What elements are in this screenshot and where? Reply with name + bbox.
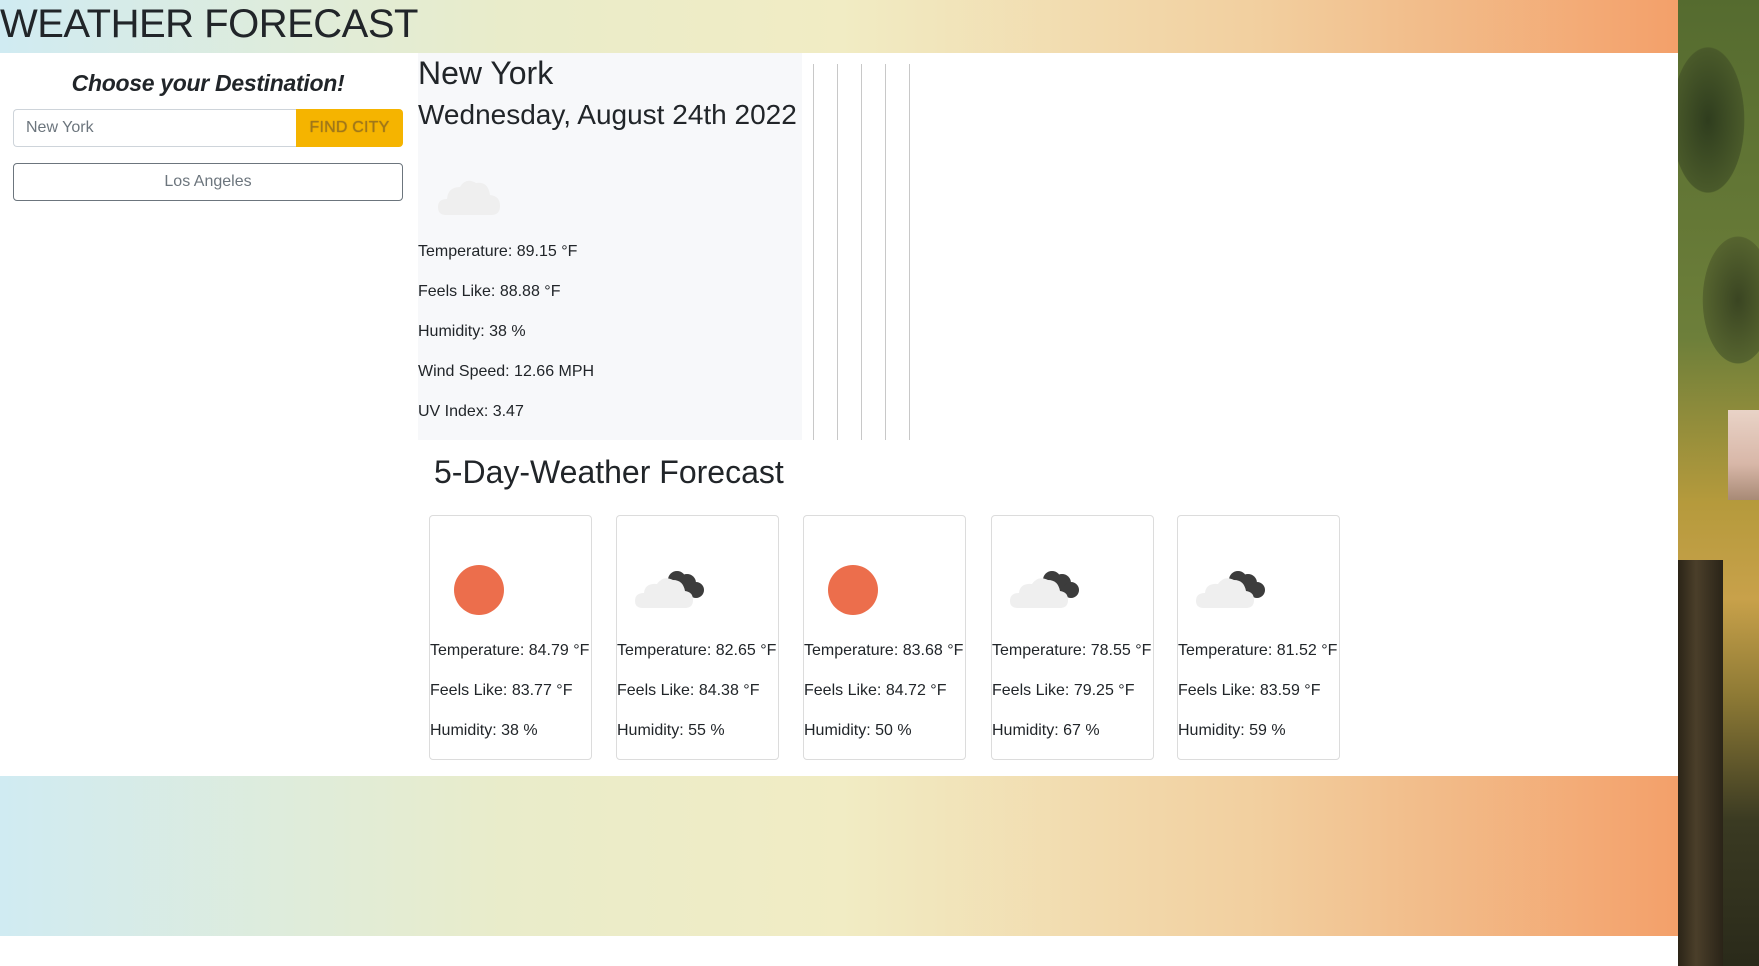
forecast-card: Temperature: 81.52 °F Feels Like: 83.59 … xyxy=(1177,515,1340,760)
divider-line xyxy=(885,64,886,440)
divider-line xyxy=(861,64,862,440)
search-row: FIND CITY xyxy=(13,109,403,147)
footer xyxy=(0,776,1678,936)
page-title: WEATHER FORECAST xyxy=(0,2,418,46)
background-photo xyxy=(1678,0,1759,966)
current-temperature: Temperature: 89.15 °F xyxy=(418,243,578,260)
forecast-humidity: Humidity: 55 % xyxy=(617,722,725,739)
forecast-humidity: Humidity: 50 % xyxy=(804,722,912,739)
divider-line xyxy=(909,64,910,440)
header: WEATHER FORECAST xyxy=(0,0,1678,53)
cloudy-icon xyxy=(635,558,715,618)
forecast-feels-like: Feels Like: 83.77 °F xyxy=(430,682,573,699)
page: WEATHER FORECAST Choose your Destination… xyxy=(0,0,1759,966)
cloud-icon xyxy=(436,165,506,225)
divider-line xyxy=(813,64,814,440)
forecast-feels-like: Feels Like: 84.72 °F xyxy=(804,682,947,699)
forecast-card: Temperature: 84.79 °F Feels Like: 83.77 … xyxy=(429,515,592,760)
forecast-card: Temperature: 78.55 °F Feels Like: 79.25 … xyxy=(991,515,1154,760)
history-button-los-angeles[interactable]: Los Angeles xyxy=(13,163,403,201)
cloudy-icon xyxy=(1010,558,1090,618)
current-feels-like: Feels Like: 88.88 °F xyxy=(418,283,561,300)
tree-trunk xyxy=(1678,560,1723,966)
current-humidity: Humidity: 38 % xyxy=(418,323,526,340)
forecast-title: 5-Day-Weather Forecast xyxy=(434,454,784,490)
forecast-humidity: Humidity: 59 % xyxy=(1178,722,1286,739)
forecast-temperature: Temperature: 82.65 °F xyxy=(617,642,777,659)
sun-icon xyxy=(448,558,528,618)
divider-line xyxy=(837,64,838,440)
current-weather: New York Wednesday, August 24th 2022 Tem… xyxy=(418,53,802,440)
cloudy-icon xyxy=(1196,558,1276,618)
current-uv-index: UV Index: 3.47 xyxy=(418,403,524,420)
house xyxy=(1728,410,1759,500)
forecast-humidity: Humidity: 38 % xyxy=(430,722,538,739)
forecast-feels-like: Feels Like: 83.59 °F xyxy=(1178,682,1321,699)
forecast-feels-like: Feels Like: 79.25 °F xyxy=(992,682,1135,699)
sidebar-heading: Choose your Destination! xyxy=(71,70,345,96)
forecast-temperature: Temperature: 78.55 °F xyxy=(992,642,1152,659)
find-city-button[interactable]: FIND CITY xyxy=(296,109,403,147)
forecast-temperature: Temperature: 83.68 °F xyxy=(804,642,964,659)
forecast-humidity: Humidity: 67 % xyxy=(992,722,1100,739)
forecast-card: Temperature: 82.65 °F Feels Like: 84.38 … xyxy=(616,515,779,760)
current-wind-speed: Wind Speed: 12.66 MPH xyxy=(418,363,595,380)
city-search-input[interactable] xyxy=(13,109,296,147)
current-city: New York xyxy=(418,55,554,91)
forecast-temperature: Temperature: 81.52 °F xyxy=(1178,642,1338,659)
forecast-temperature: Temperature: 84.79 °F xyxy=(430,642,590,659)
forecast-card: Temperature: 83.68 °F Feels Like: 84.72 … xyxy=(803,515,966,760)
sidebar: Choose your Destination! FIND CITY Los A… xyxy=(13,60,403,201)
current-date: Wednesday, August 24th 2022 xyxy=(418,99,797,130)
forecast-feels-like: Feels Like: 84.38 °F xyxy=(617,682,760,699)
sun-icon xyxy=(822,558,902,618)
